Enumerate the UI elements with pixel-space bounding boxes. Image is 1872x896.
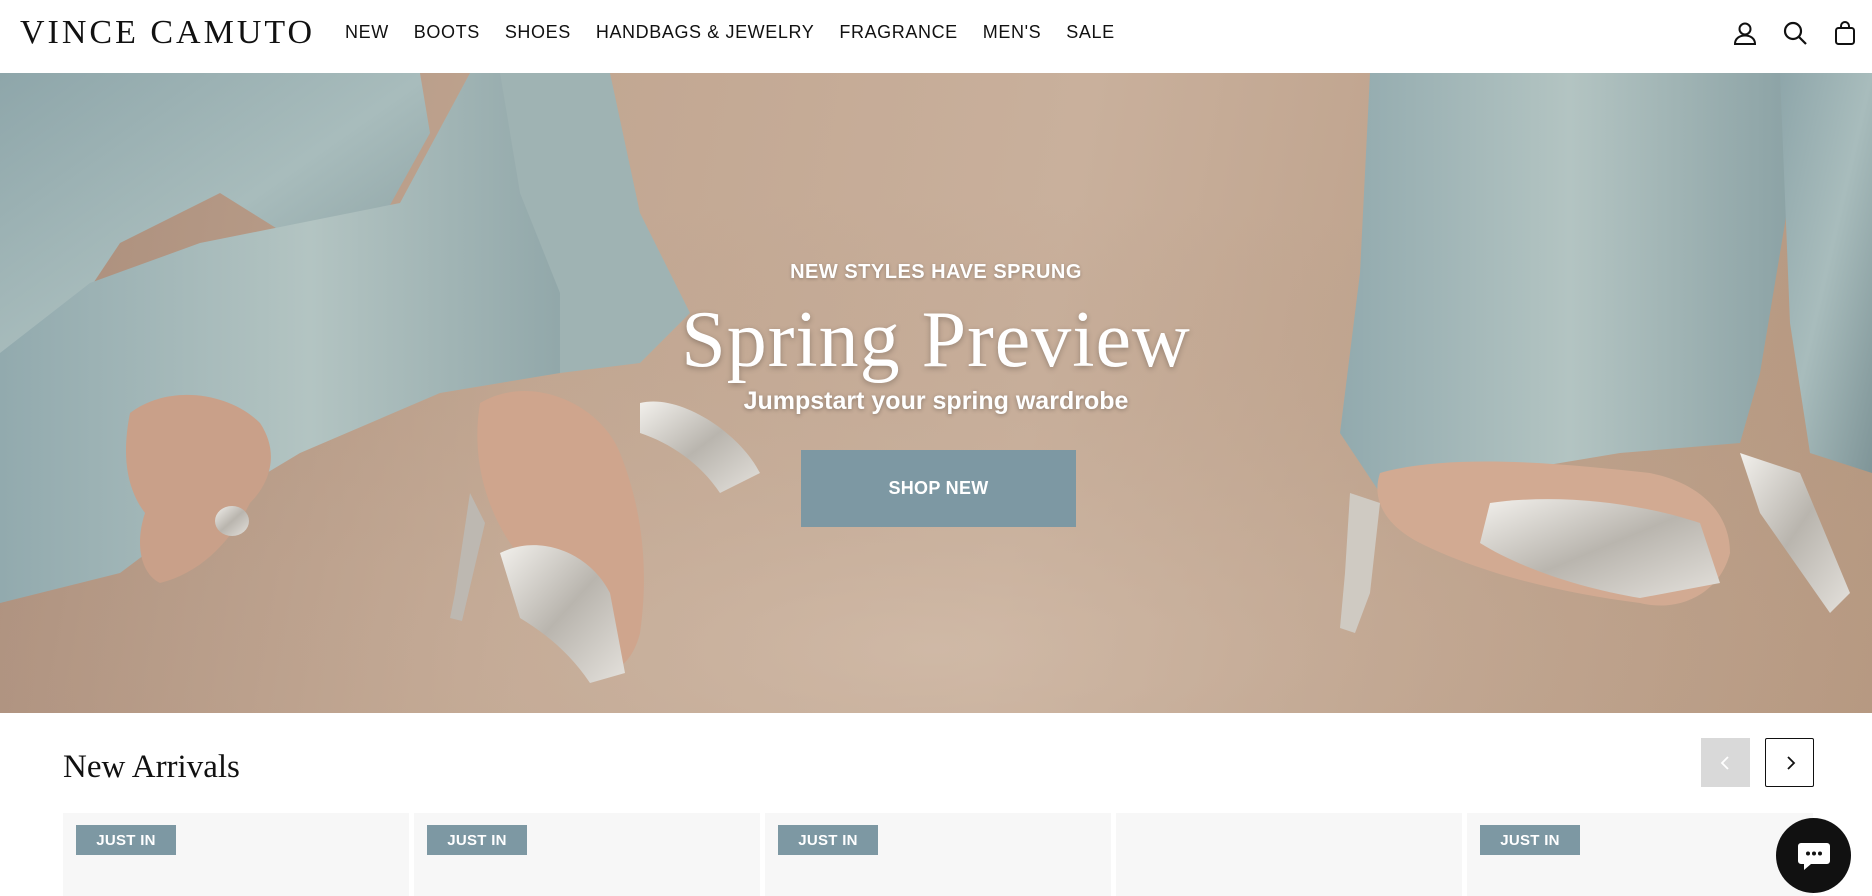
account-icon[interactable] <box>1732 20 1758 46</box>
product-card[interactable] <box>1116 813 1462 896</box>
hero-title: Spring Preview <box>681 296 1191 384</box>
header-actions <box>1732 20 1858 46</box>
brand-logo[interactable]: VINCE CAMUTO <box>20 14 315 52</box>
just-in-badge: JUST IN <box>778 825 878 855</box>
hero-eyebrow: NEW STYLES HAVE SPRUNG <box>790 261 1082 283</box>
hero-subtitle: Jumpstart your spring wardrobe <box>743 387 1129 415</box>
new-arrivals-title: New Arrivals <box>63 749 240 785</box>
product-card[interactable]: JUST IN <box>765 813 1111 896</box>
hero-content: NEW STYLES HAVE SPRUNG Spring Preview Ju… <box>0 73 1872 713</box>
cart-icon[interactable] <box>1832 20 1858 46</box>
product-card[interactable]: JUST IN <box>63 813 409 896</box>
carousel-prev-button[interactable] <box>1701 738 1750 787</box>
carousel-next-button[interactable] <box>1765 738 1814 787</box>
nav-item-mens[interactable]: MEN'S <box>983 22 1041 43</box>
chat-icon <box>1797 842 1830 870</box>
just-in-badge: JUST IN <box>1480 825 1580 855</box>
main-nav: NEW BOOTS SHOES HANDBAGS & JEWELRY FRAGR… <box>345 22 1140 43</box>
nav-item-shoes[interactable]: SHOES <box>505 22 571 43</box>
just-in-badge: JUST IN <box>427 825 527 855</box>
chevron-right-icon <box>1786 755 1795 770</box>
chevron-left-icon <box>1720 755 1729 770</box>
shop-new-button[interactable]: SHOP NEW <box>801 450 1076 527</box>
product-card[interactable]: JUST IN <box>1467 813 1813 896</box>
nav-item-handbags-jewelry[interactable]: HANDBAGS & JEWELRY <box>596 22 815 43</box>
nav-item-fragrance[interactable]: FRAGRANCE <box>839 22 957 43</box>
nav-item-sale[interactable]: SALE <box>1066 22 1114 43</box>
hero-banner[interactable]: NEW STYLES HAVE SPRUNG Spring Preview Ju… <box>0 73 1872 713</box>
product-card[interactable]: JUST IN <box>414 813 760 896</box>
just-in-badge: JUST IN <box>76 825 176 855</box>
nav-item-new[interactable]: NEW <box>345 22 389 43</box>
search-icon[interactable] <box>1782 20 1808 46</box>
nav-item-boots[interactable]: BOOTS <box>414 22 480 43</box>
chat-button[interactable] <box>1776 818 1851 893</box>
site-header: VINCE CAMUTO NEW BOOTS SHOES HANDBAGS & … <box>0 0 1872 73</box>
